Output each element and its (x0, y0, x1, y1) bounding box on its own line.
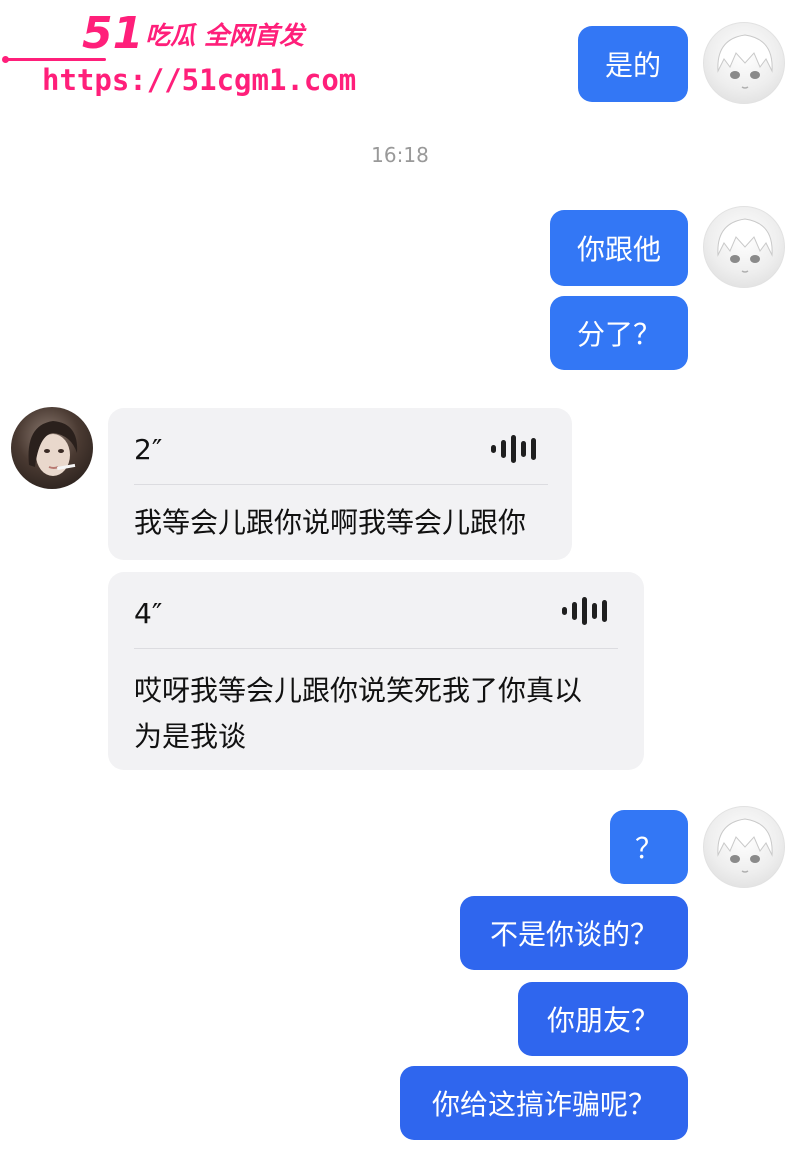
peer-avatar-icon[interactable] (11, 407, 93, 489)
watermark-line (6, 58, 106, 61)
watermark-tagline: 吃瓜 全网首发 (145, 21, 304, 50)
my-avatar-icon[interactable] (703, 22, 785, 104)
waveform-icon[interactable] (489, 434, 547, 464)
my-avatar-icon[interactable] (703, 206, 785, 288)
sent-message-bubble[interactable]: 是的 (578, 26, 688, 102)
voice-transcript-line-2: 为是我谈 (134, 720, 247, 753)
waveform-icon[interactable] (560, 596, 618, 626)
voice-transcript-line-1: 哎呀我等会儿跟你说笑死我了你真以 (134, 674, 583, 707)
message-timestamp: 16:18 (371, 143, 429, 167)
voice-duration: 4″ (134, 597, 163, 630)
voice-duration: 2″ (134, 433, 163, 466)
watermark-number: 51 (82, 8, 144, 59)
voice-divider (134, 648, 618, 649)
watermark-url: https://51cgm1.com (42, 63, 357, 97)
voice-divider (134, 484, 548, 485)
voice-transcript: 我等会儿跟你说啊我等会儿跟你 (134, 506, 527, 539)
sent-message-bubble[interactable]: 你跟他 (550, 210, 688, 286)
sent-message-bubble[interactable]: 不是你谈的？ (460, 896, 688, 970)
sent-message-bubble[interactable]: 你朋友？ (518, 982, 688, 1056)
sent-message-bubble[interactable]: ？ (610, 810, 688, 884)
voice-message-card[interactable]: 4″ 哎呀我等会儿跟你说笑死我了你真以 为是我谈 (108, 572, 644, 770)
voice-message-card[interactable]: 2″ 我等会儿跟你说啊我等会儿跟你 (108, 408, 572, 560)
sent-message-bubble[interactable]: 你给这搞诈骗呢？ (400, 1066, 688, 1140)
sent-message-bubble[interactable]: 分了？ (550, 296, 688, 370)
watermark-logo: 51吃瓜 全网首发 (82, 12, 304, 56)
my-avatar-icon[interactable] (703, 806, 785, 888)
